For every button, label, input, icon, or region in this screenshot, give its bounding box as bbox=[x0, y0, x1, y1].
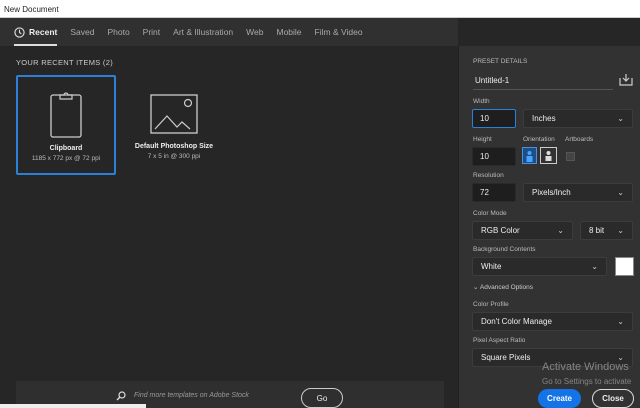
landscape-orientation-button[interactable] bbox=[540, 147, 557, 164]
resolution-unit-dropdown[interactable]: Pixels/Inch ⌄ bbox=[523, 183, 633, 202]
go-button[interactable]: Go bbox=[301, 388, 343, 408]
document-name-input[interactable]: Untitled-1 bbox=[473, 72, 613, 90]
preset-heading: PRESET DETAILS bbox=[473, 58, 528, 65]
height-input[interactable]: 10 bbox=[472, 147, 516, 166]
color-profile-label: Color Profile bbox=[473, 301, 509, 308]
landscape-icon bbox=[545, 151, 552, 161]
tab-recent[interactable]: Recent bbox=[14, 18, 58, 46]
window-title: New Document bbox=[4, 5, 59, 14]
tab-saved[interactable]: Saved bbox=[70, 18, 94, 46]
create-button[interactable]: Create bbox=[538, 389, 581, 408]
title-bar: New Document bbox=[0, 0, 640, 18]
close-button[interactable]: Close bbox=[592, 389, 634, 408]
clock-icon bbox=[14, 26, 25, 38]
recent-item-clipboard[interactable]: Clipboard 1185 x 772 px @ 72 ppi bbox=[16, 75, 116, 175]
chevron-down-icon: ⌄ bbox=[617, 226, 624, 235]
color-mode-dropdown[interactable]: RGB Color ⌄ bbox=[472, 221, 573, 240]
chevron-down-icon: ⌄ bbox=[473, 284, 480, 291]
width-label: Width bbox=[473, 98, 490, 105]
width-unit-dropdown[interactable]: Inches ⌄ bbox=[523, 109, 633, 128]
image-icon bbox=[150, 94, 198, 134]
height-label: Height bbox=[473, 136, 492, 143]
advanced-options-toggle[interactable]: ⌄ Advanced Options bbox=[473, 283, 533, 291]
category-tabs: Recent Saved Photo Print Art & Illustrat… bbox=[0, 18, 458, 46]
artboards-checkbox[interactable] bbox=[566, 152, 575, 161]
orientation-label: Orientation bbox=[523, 136, 555, 143]
tab-web[interactable]: Web bbox=[246, 18, 263, 46]
chevron-down-icon: ⌄ bbox=[617, 188, 624, 197]
resolution-label: Resolution bbox=[473, 172, 504, 179]
portrait-orientation-button[interactable] bbox=[522, 147, 537, 164]
activate-windows-watermark: Activate Windows bbox=[542, 361, 629, 373]
recent-heading: YOUR RECENT ITEMS (2) bbox=[16, 58, 114, 67]
search-icon bbox=[116, 391, 126, 401]
width-input[interactable]: 10 bbox=[472, 109, 516, 128]
bit-depth-dropdown[interactable]: 8 bit ⌄ bbox=[580, 221, 633, 240]
activate-windows-hint: Go to Settings to activate bbox=[542, 377, 632, 386]
tab-print[interactable]: Print bbox=[143, 18, 160, 46]
background-contents-dropdown[interactable]: White ⌄ bbox=[472, 257, 607, 276]
color-profile-dropdown[interactable]: Don't Color Manage ⌄ bbox=[472, 312, 633, 331]
chevron-down-icon: ⌄ bbox=[591, 262, 598, 271]
portrait-icon bbox=[526, 150, 533, 162]
resolution-input[interactable]: 72 bbox=[472, 183, 516, 202]
artboards-label: Artboards bbox=[565, 136, 594, 143]
tab-film-video[interactable]: Film & Video bbox=[315, 18, 363, 46]
clipboard-icon bbox=[50, 92, 82, 138]
chevron-down-icon: ⌄ bbox=[617, 114, 624, 123]
background-color-swatch[interactable] bbox=[615, 257, 634, 276]
taskbar-strip bbox=[0, 404, 146, 408]
tab-mobile[interactable]: Mobile bbox=[276, 18, 301, 46]
save-preset-icon[interactable] bbox=[619, 73, 633, 86]
background-contents-label: Background Contents bbox=[473, 246, 536, 253]
color-mode-label: Color Mode bbox=[473, 210, 507, 217]
stock-search-input[interactable]: Find more templates on Adobe Stock bbox=[134, 392, 249, 399]
chevron-down-icon: ⌄ bbox=[557, 226, 564, 235]
tab-art-illustration[interactable]: Art & Illustration bbox=[173, 18, 233, 46]
recent-item-default-photoshop-size[interactable]: Default Photoshop Size 7 x 5 in @ 300 pp… bbox=[124, 75, 224, 175]
pixel-aspect-ratio-label: Pixel Aspect Ratio bbox=[473, 337, 526, 344]
tab-photo[interactable]: Photo bbox=[107, 18, 129, 46]
chevron-down-icon: ⌄ bbox=[617, 317, 624, 326]
